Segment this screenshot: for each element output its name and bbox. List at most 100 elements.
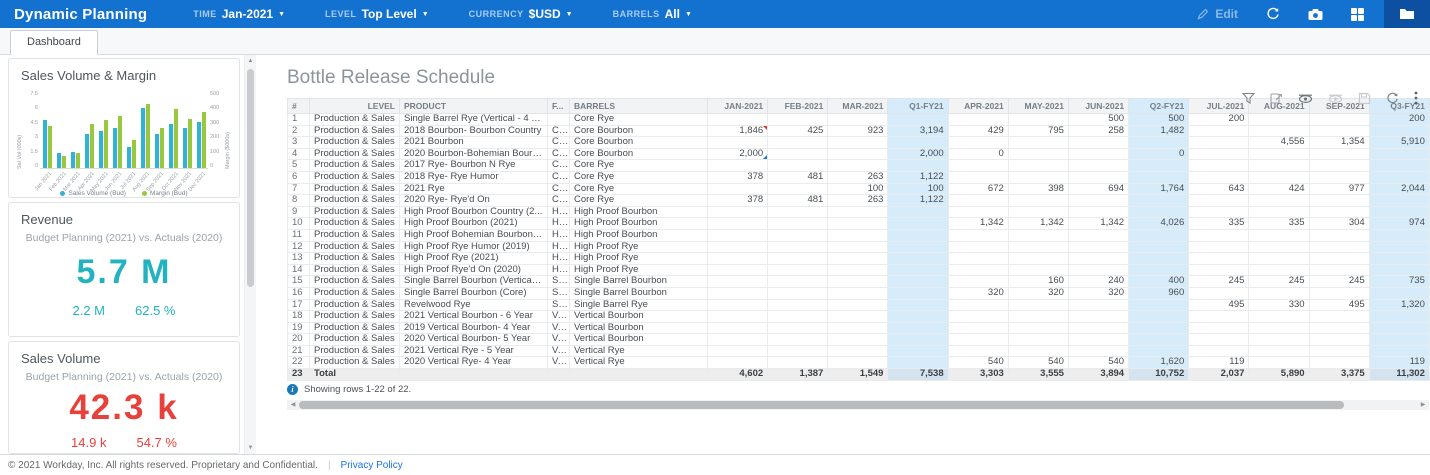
cell[interactable]	[1188, 333, 1250, 346]
cell[interactable]	[887, 321, 949, 335]
cell[interactable]	[1248, 286, 1310, 300]
cell[interactable]: 200	[1368, 113, 1430, 126]
cell[interactable]	[1007, 344, 1069, 358]
cell[interactable]: 5,890	[1248, 368, 1310, 381]
topbar-filter-level[interactable]: LEVEL Top Level ▼	[325, 7, 429, 21]
cell[interactable]: 3,303	[947, 368, 1009, 381]
cell[interactable]	[1007, 310, 1069, 323]
cell[interactable]	[767, 275, 829, 288]
cell-f[interactable]: C...	[547, 124, 570, 138]
cell-barrels[interactable]: Single Barrel Rye	[569, 298, 708, 312]
cell[interactable]	[887, 205, 949, 219]
cell-f[interactable]: V...	[547, 344, 570, 358]
column-header-jun-2021[interactable]: JUN-2021	[1067, 98, 1130, 114]
scroll-right-arrow-icon[interactable]: ▶	[1417, 400, 1429, 410]
scroll-left-arrow-icon[interactable]: ◀	[287, 400, 299, 410]
cell[interactable]: 1,549	[827, 368, 889, 381]
cell[interactable]	[1368, 252, 1430, 265]
cell[interactable]	[1128, 205, 1190, 219]
cell[interactable]: 495	[1188, 298, 1250, 312]
cell-f[interactable]: V...	[547, 321, 570, 335]
cell[interactable]: 200	[1188, 113, 1250, 126]
cell[interactable]	[1007, 159, 1069, 172]
cell[interactable]	[947, 240, 1009, 254]
cell[interactable]	[1188, 159, 1250, 172]
cell[interactable]	[767, 333, 829, 346]
cell[interactable]	[1128, 240, 1190, 254]
cell[interactable]	[1007, 252, 1069, 265]
cell[interactable]	[1007, 228, 1069, 242]
cell-level[interactable]: Production & Sales	[309, 217, 400, 230]
cell-product[interactable]: 2018 Bourbon- Bourbon Country	[399, 124, 548, 138]
cell[interactable]	[767, 298, 829, 312]
cell-f[interactable]: H...	[547, 205, 570, 219]
cell[interactable]	[1308, 321, 1370, 335]
cell[interactable]	[827, 356, 889, 370]
cell[interactable]: 378	[706, 194, 769, 207]
cell[interactable]: 245	[1248, 275, 1310, 288]
cell[interactable]	[1308, 344, 1370, 358]
cell[interactable]: 500	[1128, 113, 1190, 126]
privacy-policy-link[interactable]: Privacy Policy	[341, 460, 403, 471]
hide-columns-icon[interactable]	[1298, 92, 1313, 105]
cell[interactable]	[1248, 263, 1310, 277]
cell[interactable]: 540	[1007, 356, 1069, 370]
cell[interactable]: 320	[1007, 286, 1069, 300]
cell[interactable]	[1128, 321, 1190, 335]
cell[interactable]	[887, 136, 949, 149]
cell[interactable]	[1248, 356, 1310, 370]
cell[interactable]	[1188, 344, 1250, 358]
cell[interactable]	[1007, 333, 1069, 346]
cell[interactable]	[1007, 298, 1069, 312]
cell[interactable]	[827, 136, 889, 149]
cell-product[interactable]: High Proof Bohemian Bourbon ...	[399, 228, 548, 242]
cell[interactable]	[1308, 124, 1370, 138]
cell[interactable]	[827, 240, 889, 254]
cell[interactable]: 245	[1188, 275, 1250, 288]
cell[interactable]: 1,122	[887, 194, 949, 207]
cell[interactable]	[1368, 170, 1430, 184]
cell-barrels[interactable]: High Proof Rye	[569, 252, 708, 265]
cell[interactable]	[1128, 194, 1190, 207]
cell[interactable]	[947, 136, 1009, 149]
cell[interactable]	[947, 310, 1009, 323]
cell[interactable]	[767, 136, 829, 149]
cell[interactable]	[706, 136, 769, 149]
cell[interactable]: 335	[1248, 217, 1310, 230]
cell[interactable]	[947, 298, 1009, 312]
cell[interactable]	[1067, 170, 1130, 184]
cell[interactable]: 1,342	[1067, 217, 1130, 230]
cell[interactable]: 2,044	[1368, 182, 1430, 196]
cell-barrels[interactable]: Core Rye	[569, 194, 708, 207]
cell-level[interactable]: Production & Sales	[309, 252, 400, 265]
cell[interactable]	[1308, 205, 1370, 219]
cell[interactable]: 119	[1188, 356, 1250, 370]
column-header-q2-fy21[interactable]: Q2-FY21	[1128, 98, 1190, 114]
cell[interactable]	[827, 147, 889, 161]
cell[interactable]	[887, 310, 949, 323]
cell[interactable]: 263	[827, 194, 889, 207]
cell[interactable]	[1188, 194, 1250, 207]
cell[interactable]	[1007, 321, 1069, 335]
scroll-down-arrow-icon[interactable]: ▼	[245, 442, 256, 454]
cell-level[interactable]: Production & Sales	[309, 194, 400, 207]
cell[interactable]	[767, 113, 829, 126]
cell[interactable]	[767, 217, 829, 230]
cell[interactable]: 3,894	[1067, 368, 1130, 381]
topbar-filter-time[interactable]: TIME Jan-2021 ▼	[193, 7, 285, 21]
cell[interactable]	[1188, 240, 1250, 254]
cell[interactable]: 4,026	[1128, 217, 1190, 230]
column-header-barrels[interactable]: BARRELS	[569, 98, 708, 114]
cell[interactable]	[706, 356, 769, 370]
cell-f[interactable]: V...	[547, 356, 570, 370]
cell-barrels[interactable]: Core Bourbon	[569, 136, 708, 149]
cell-level[interactable]: Production & Sales	[309, 240, 400, 254]
cell[interactable]	[1067, 136, 1130, 149]
cell[interactable]	[1248, 228, 1310, 242]
refresh-icon[interactable]	[1386, 92, 1399, 105]
cell[interactable]	[947, 263, 1009, 277]
cell[interactable]	[947, 228, 1009, 242]
cell-barrels[interactable]: Single Barrel Bourbon	[569, 286, 708, 300]
cell[interactable]	[1067, 205, 1130, 219]
cell[interactable]	[1248, 159, 1310, 172]
